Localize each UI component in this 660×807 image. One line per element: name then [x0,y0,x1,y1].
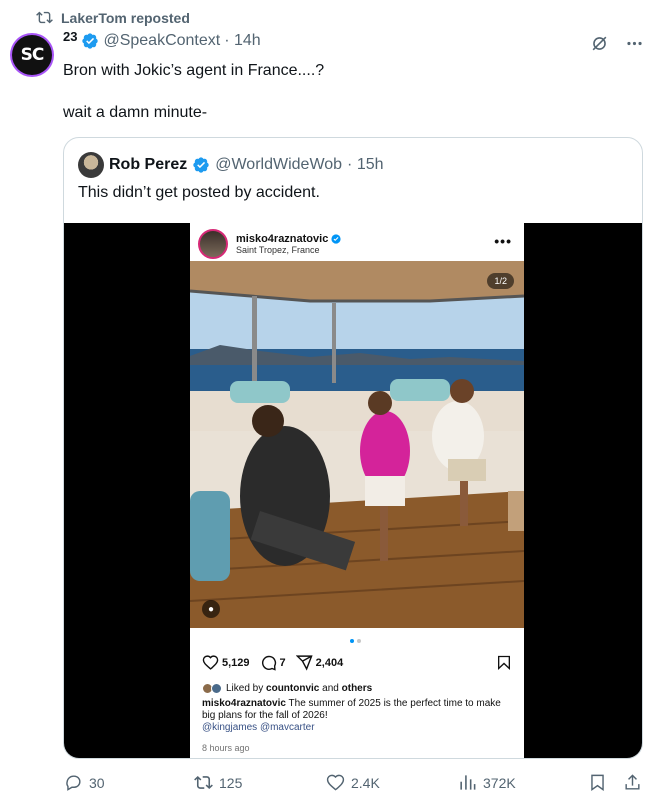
ig-location: Saint Tropez, France [236,245,320,255]
ig-caption-user: misko4raznatovic [202,698,286,709]
ig-mentions: @kingjames @mavcarter [202,722,315,733]
grok-icon[interactable] [590,34,609,53]
reply-button[interactable]: 30 [64,773,194,792]
ig-avatar [198,229,228,259]
ig-post-age: 8 hours ago [202,743,250,753]
ig-comment-count: 7 [279,656,286,669]
ig-caption: misko4raznatovic The summer of 2025 is t… [202,698,512,734]
ig-verified-icon [331,234,341,244]
ig-comment-icon [261,655,276,671]
ig-header: misko4raznatovic Saint Tropez, France ••… [198,227,516,261]
quote-text: This didn’t get posted by accident. [78,184,320,201]
ig-liked-user: countonvic [266,683,320,694]
quoted-tweet[interactable]: Rob Perez @WorldWideWob · 15h This didn’… [63,137,643,759]
views-button[interactable]: 372K [458,773,588,792]
photo-illustration [190,261,524,628]
quote-header: Rob Perez @WorldWideWob · 15h [78,152,384,178]
repost-label: LakerTom reposted [61,9,190,26]
ig-heart-icon [202,655,219,670]
more-options-icon[interactable] [625,34,644,53]
tweet-action-bar: 30 125 2.4K 372K [64,773,644,792]
ig-bookmark-icon [498,655,510,671]
bookmark-icon[interactable] [588,773,607,792]
secondary-actions [588,773,642,792]
ig-actions: 5,129 7 2,404 [202,654,347,671]
repost-indicator[interactable]: LakerTom reposted [36,9,190,26]
ig-like-count: 5,129 [222,656,250,669]
yacht-photo: 1/2 ● [190,261,524,628]
ig-username: misko4raznatovic [236,233,329,245]
tweet-body: Bron with Jokic’s agent in France....? w… [63,60,623,144]
tweet-line-1: Bron with Jokic’s agent in France....? [63,62,325,79]
verified-badge-icon [193,157,209,173]
share-icon[interactable] [623,773,642,792]
quote-display-name[interactable]: Rob Perez [109,156,187,174]
tweet-time[interactable]: · 14h [224,32,260,50]
like-count: 2.4K [351,774,380,791]
tweet-header: 23 @SpeakContext · 14h [63,29,261,50]
heart-icon [326,774,345,791]
repost-count: 125 [219,774,243,791]
reply-icon [66,775,81,791]
ig-share-icon [295,655,313,671]
ig-carousel-counter: 1/2 [487,273,514,289]
reply-count: 30 [89,774,105,791]
quote-handle[interactable]: @WorldWideWob [215,156,342,174]
ig-liked-prefix: Liked by [226,683,267,694]
ig-liked-and: and [319,683,342,694]
view-count: 372K [483,774,516,791]
ig-liked-others: others [341,683,373,694]
avatar-logo-text: SC [12,35,52,75]
repost-icon [194,776,213,789]
views-chart-icon [460,775,476,790]
instagram-post-screenshot: misko4raznatovic Saint Tropez, France ••… [190,223,524,758]
tweet-line-2: wait a damn minute- [63,104,208,121]
ig-tag-icon: ● [202,600,220,618]
author-display-name[interactable]: 23 [63,29,77,44]
ig-carousel-dots [350,639,361,643]
ig-share-count: 2,404 [315,656,344,669]
ig-more-icon: ••• [494,233,512,249]
quote-time[interactable]: · 15h [347,156,383,174]
author-avatar[interactable]: SC [10,33,54,77]
repost-icon [36,11,53,24]
ig-liked-by: Liked by countonvic and others [202,683,372,694]
quote-avatar[interactable] [78,152,104,178]
repost-button[interactable]: 125 [194,773,326,792]
ig-username-row: misko4raznatovic [236,233,341,245]
author-handle[interactable]: @SpeakContext [103,32,220,50]
quote-media[interactable]: misko4raznatovic Saint Tropez, France ••… [64,223,642,758]
verified-badge-icon [82,33,99,49]
like-button[interactable]: 2.4K [326,773,458,792]
